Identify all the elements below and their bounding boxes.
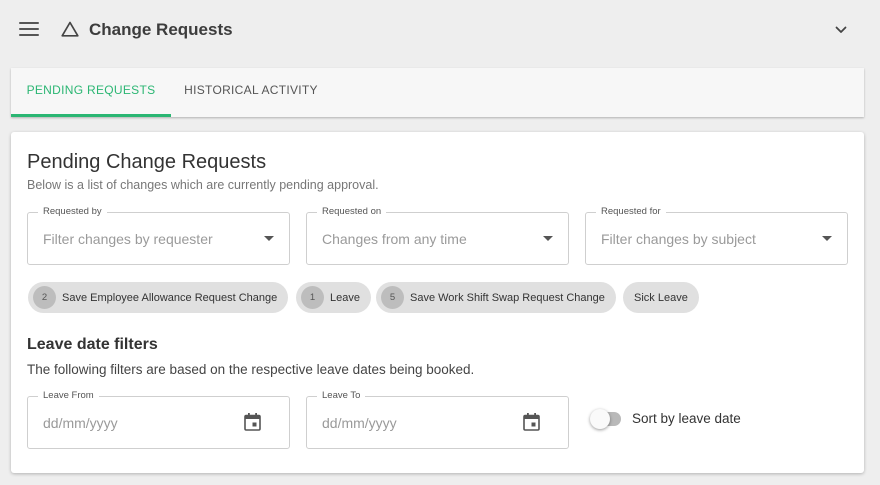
leave-to-label: Leave To (317, 390, 366, 401)
chip-count: 2 (33, 286, 56, 309)
requested-by-select[interactable]: Requested by Filter changes by requester (27, 206, 290, 265)
tab-historical-activity[interactable]: HISTORICAL ACTIVITY (171, 68, 331, 117)
chip-save-work-shift-swap[interactable]: 5 Save Work Shift Swap Request Change (376, 282, 616, 313)
warning-triangle-icon (61, 21, 79, 37)
chip-count: 1 (301, 286, 324, 309)
requested-for-label: Requested for (596, 206, 666, 217)
requested-by-label: Requested by (38, 206, 107, 217)
calendar-icon[interactable] (244, 413, 261, 431)
requested-on-label: Requested on (317, 206, 387, 217)
pending-requests-card: Pending Change Requests Below is a list … (11, 132, 864, 473)
requested-on-placeholder: Changes from any time (322, 231, 467, 247)
dropdown-arrow-icon (543, 236, 553, 241)
leave-from-date-field[interactable]: Leave From dd/mm/yyyy (27, 390, 290, 449)
chip-save-employee-allowance[interactable]: 2 Save Employee Allowance Request Change (28, 282, 289, 313)
requested-for-placeholder: Filter changes by subject (601, 231, 756, 247)
leave-from-label: Leave From (38, 390, 99, 401)
chip-sick-leave[interactable]: Sick Leave (623, 282, 699, 313)
requested-by-placeholder: Filter changes by requester (43, 231, 213, 247)
card-title: Pending Change Requests (27, 151, 267, 173)
card-subtitle: Below is a list of changes which are cur… (27, 178, 379, 192)
dropdown-arrow-icon (822, 236, 832, 241)
chip-label: Save Employee Allowance Request Change (62, 291, 278, 304)
hamburger-menu-icon[interactable] (19, 22, 39, 38)
leave-from-placeholder: dd/mm/yyyy (43, 415, 118, 431)
chip-label: Save Work Shift Swap Request Change (410, 291, 605, 304)
calendar-icon[interactable] (523, 413, 540, 431)
chip-label: Sick Leave (634, 291, 688, 304)
tab-pending-requests[interactable]: PENDING REQUESTS (11, 68, 171, 117)
chip-leave[interactable]: 1 Leave (296, 282, 371, 313)
toggle-knob (590, 409, 610, 429)
requested-for-select[interactable]: Requested for Filter changes by subject (585, 206, 848, 265)
sort-by-leave-date-toggle[interactable] (590, 409, 621, 429)
leave-to-date-field[interactable]: Leave To dd/mm/yyyy (306, 390, 569, 449)
dropdown-arrow-icon (264, 236, 274, 241)
tab-bar: PENDING REQUESTS HISTORICAL ACTIVITY (11, 68, 864, 117)
leave-to-placeholder: dd/mm/yyyy (322, 415, 397, 431)
chip-label: Leave (330, 291, 360, 304)
page-title: Change Requests (89, 20, 233, 39)
chip-count: 5 (381, 286, 404, 309)
requested-on-select[interactable]: Requested on Changes from any time (306, 206, 569, 265)
leave-filters-title: Leave date filters (27, 336, 158, 353)
sort-by-leave-date-label: Sort by leave date (632, 411, 741, 426)
chevron-down-icon[interactable] (833, 22, 849, 38)
top-bar: Change Requests (0, 0, 880, 60)
leave-filters-description: The following filters are based on the r… (27, 362, 475, 377)
